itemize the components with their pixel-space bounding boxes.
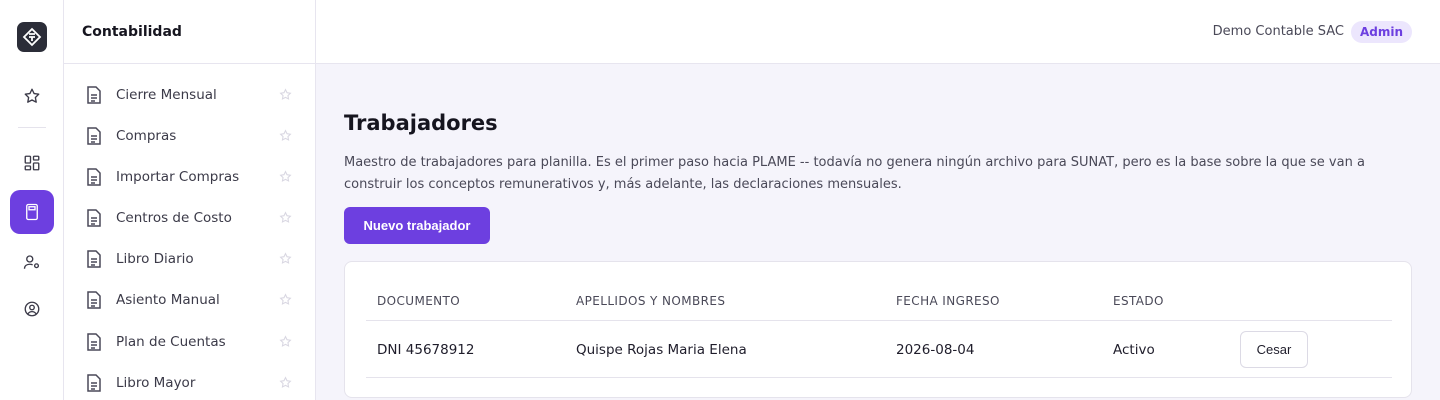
column-header-nombres[interactable]: APELLIDOS Y NOMBRES — [576, 294, 725, 308]
cell-documento: DNI 45678912 — [377, 342, 475, 358]
sidebar-item-plan-de-cuentas[interactable]: Plan de Cuentas — [86, 327, 296, 357]
sidebar-item-libro-diario[interactable]: Libro Diario — [86, 244, 296, 274]
sidebar-item-importar-compras[interactable]: Importar Compras — [86, 162, 296, 192]
column-header-documento[interactable]: DOCUMENTO — [377, 294, 460, 308]
sidebar-item-asiento-manual[interactable]: Asiento Manual — [86, 285, 296, 315]
workers-table-card: DOCUMENTO APELLIDOS Y NOMBRES FECHA INGR… — [344, 261, 1412, 398]
sidebar-item-label: Libro Mayor — [116, 375, 196, 391]
cell-fecha: 2026-08-04 — [896, 342, 975, 358]
favorite-star-icon[interactable] — [279, 252, 292, 265]
sidebar-item-label: Plan de Cuentas — [116, 334, 226, 350]
document-icon — [87, 86, 101, 104]
rail-divider — [18, 127, 46, 128]
row-divider — [366, 377, 1392, 378]
favorite-star-icon[interactable] — [279, 211, 292, 224]
column-header-estado[interactable]: ESTADO — [1113, 294, 1164, 308]
page-description: Maestro de trabajadores para planilla. E… — [344, 155, 1365, 192]
star-icon[interactable] — [10, 74, 54, 118]
favorite-star-icon[interactable] — [279, 376, 292, 389]
sidebar-item-libro-mayor[interactable]: Libro Mayor — [86, 368, 296, 398]
sidebar-item-compras[interactable]: Compras — [86, 121, 296, 151]
favorite-star-icon[interactable] — [279, 88, 292, 101]
sidebar-item-label: Centros de Costo — [116, 210, 232, 226]
page-title: Trabajadores — [344, 111, 498, 135]
icon-rail — [0, 0, 64, 400]
cell-estado: Activo — [1113, 342, 1155, 358]
document-icon — [87, 333, 101, 351]
company-name[interactable]: Demo Contable SAC — [1213, 24, 1344, 39]
sidebar-item-label: Asiento Manual — [116, 292, 220, 308]
sidebar-item-label: Compras — [116, 128, 177, 144]
sidebar-item-label: Importar Compras — [116, 169, 240, 185]
user-circle-icon[interactable] — [10, 287, 54, 331]
favorite-star-icon[interactable] — [279, 293, 292, 306]
sidebar-item-label: Libro Diario — [116, 251, 194, 267]
favorite-star-icon[interactable] — [279, 170, 292, 183]
document-icon — [87, 250, 101, 268]
sidebar-title: Contabilidad — [64, 0, 315, 64]
sidebar: Contabilidad Cierre Mensual Compras Impo… — [64, 0, 316, 400]
sidebar-item-centros-de-costo[interactable]: Centros de Costo — [86, 203, 296, 233]
document-icon — [87, 291, 101, 309]
document-icon — [87, 209, 101, 227]
favorite-star-icon[interactable] — [279, 129, 292, 142]
sidebar-item-cierre-mensual[interactable]: Cierre Mensual — [86, 80, 296, 110]
sidebar-item-label: Cierre Mensual — [116, 87, 217, 103]
logo-icon[interactable] — [17, 22, 47, 52]
header-divider — [366, 320, 1392, 321]
favorite-star-icon[interactable] — [279, 335, 292, 348]
dashboard-icon[interactable] — [10, 141, 54, 185]
cell-nombre: Quispe Rojas Maria Elena — [576, 342, 747, 358]
cesar-button[interactable]: Cesar — [1240, 331, 1308, 368]
role-badge: Admin — [1350, 21, 1412, 43]
new-worker-button[interactable]: Nuevo trabajador — [344, 207, 490, 244]
top-bar: Demo Contable SAC Admin — [316, 0, 1440, 64]
document-icon — [87, 127, 101, 145]
calculator-icon[interactable] — [10, 190, 54, 234]
column-header-fecha-ingreso[interactable]: FECHA INGRESO — [896, 294, 1000, 308]
user-settings-icon[interactable] — [10, 240, 54, 284]
document-icon — [87, 374, 101, 392]
document-icon — [87, 168, 101, 186]
